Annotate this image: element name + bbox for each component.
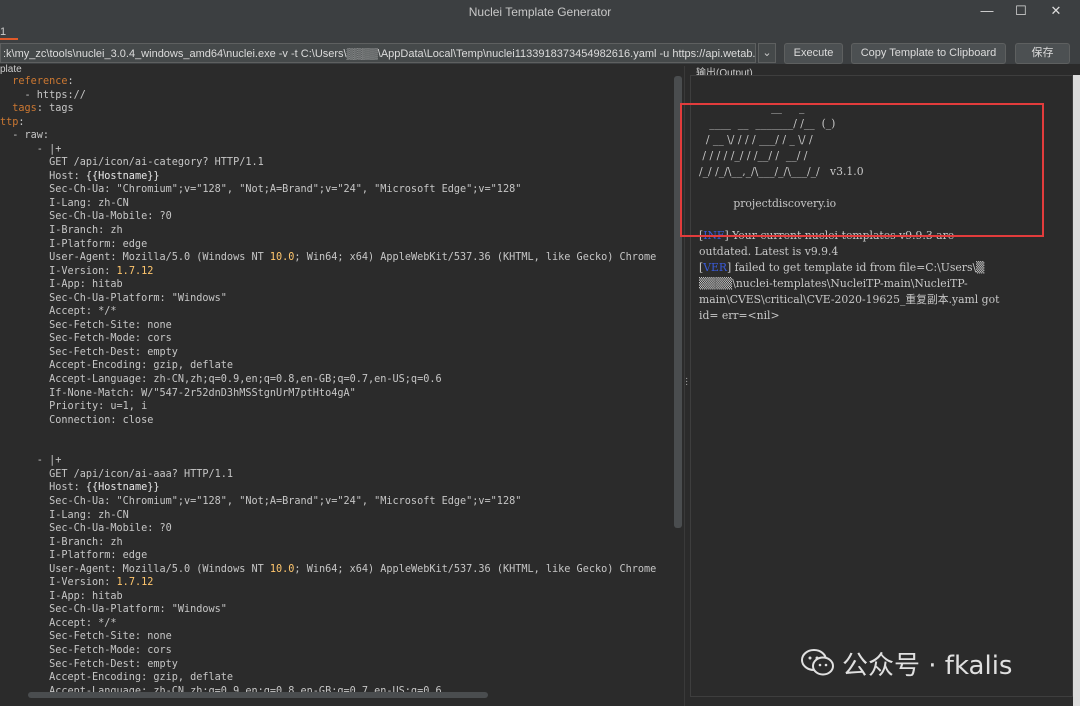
template-code[interactable]: reference: - https:// tags: tags ttp: - r… [0,75,656,698]
highlight-box [680,103,1044,237]
toolbar: 1 :k\my_zc\tools\nuclei_3.0.4_windows_am… [0,24,1080,64]
code-line: I-Version: 1.7.12 [0,577,154,589]
code-line: GET /api/icon/ai-aaa? HTTP/1.1 [0,468,234,480]
watermark-text: 公众号 · fkalis [842,651,1013,681]
code-line: Sec-Fetch-Dest: empty [0,658,178,670]
code-line: Sec-Ch-Ua-Mobile: ?0 [0,523,172,535]
code-line: Sec-Ch-Ua-Mobile: ?0 [0,211,172,223]
code-line: reference: [12,76,74,87]
code-line: I-Branch: zh [0,225,123,237]
log-inf-line-2: outdated. Latest is v9.9.4 [699,245,839,258]
code-line: - raw: [0,130,50,142]
code-line: ttp: [0,116,25,128]
log-ver-line-3: main\CVES\critical\CVE-2020-19625_重复副本.y… [699,293,1000,306]
minimize-button[interactable]: — [972,3,1002,21]
code-line: Sec-Fetch-Dest: empty [0,346,178,358]
log-tag-ver: VER [703,261,728,274]
code-line: Sec-Fetch-Mode: cors [0,644,172,656]
code-line: - |+ [0,143,62,155]
code-line: Sec-Fetch-Mode: cors [0,333,172,345]
background-window-edge [1073,75,1080,706]
editor-horizontal-scrollbar[interactable] [28,692,488,698]
code-line: Sec-Fetch-Site: none [0,631,172,643]
code-line: I-App: hitab [0,279,123,291]
code-line: I-Platform: edge [0,550,148,562]
code-line: I-Lang: zh-CN [0,509,129,521]
log-ver-line-2: ▒▒▒▒\nuclei-templates\NucleiTP-main\Nucl… [699,277,968,290]
template-editor[interactable]: reference: - https:// tags: tags ttp: - r… [0,75,684,706]
code-line: Accept-Language: zh-CN,zh;q=0.9,en;q=0.8… [0,374,442,386]
log-ver-line: failed to get template id from file=C:\U… [731,261,985,274]
code-line: If-None-Match: W/"547-2r52dnD3hMSStgnUrM… [0,387,356,399]
save-button[interactable]: 保存 [1015,43,1070,64]
code-line: Accept-Encoding: gzip, deflate [0,360,234,372]
code-line: User-Agent: Mozilla/5.0 (Windows NT 10.0… [0,563,657,575]
code-line: I-Version: 1.7.12 [0,265,154,277]
code-line: Priority: u=1, i [0,401,148,413]
code-line: Accept-Encoding: gzip, deflate [0,672,234,684]
tab-accent [0,38,18,40]
code-line: User-Agent: Mozilla/5.0 (Windows NT 10.0… [0,252,657,264]
copy-template-button[interactable]: Copy Template to Clipboard [851,43,1006,64]
template-panel-label: plate [0,64,22,75]
code-line: Sec-Ch-Ua-Platform: "Windows" [0,604,227,616]
code-line: - |+ [0,455,62,467]
wechat-icon [800,648,836,685]
code-line: GET /api/icon/ai-category? HTTP/1.1 [0,157,264,169]
watermark: 公众号 · fkalis [800,645,1012,685]
title-bar: Nuclei Template Generator — ☐ ✕ [0,0,1080,24]
code-line: Sec-Ch-Ua: "Chromium";v="128", "Not;A=Br… [0,495,522,507]
command-input[interactable]: :k\my_zc\tools\nuclei_3.0.4_windows_amd6… [0,43,756,63]
window-title: Nuclei Template Generator [468,5,612,19]
tab-1[interactable]: 1 [0,26,6,38]
code-line: I-Platform: edge [0,238,148,250]
close-button[interactable]: ✕ [1041,3,1071,21]
code-line: tags: tags [12,103,74,115]
code-line: I-App: hitab [0,590,123,602]
log-ver-line-4: id= err=<nil> [699,309,780,322]
code-line: I-Branch: zh [0,536,123,548]
code-line: Sec-Ch-Ua-Platform: "Windows" [0,292,227,304]
code-line: Connection: close [0,414,154,426]
code-line: - https:// [0,89,86,101]
execute-button[interactable]: Execute [784,43,843,64]
code-line: Accept: */* [0,617,117,629]
code-line: Sec-Ch-Ua: "Chromium";v="128", "Not;A=Br… [0,184,522,196]
maximize-button[interactable]: ☐ [1006,3,1036,21]
code-line: Accept: */* [0,306,117,318]
code-line: I-Lang: zh-CN [0,197,129,209]
code-line: Sec-Fetch-Site: none [0,319,172,331]
splitter-grip-icon[interactable]: · · · [685,374,688,390]
chevron-down-icon[interactable]: ⌄ [758,43,776,63]
code-line: Host: {{Hostname}} [0,170,160,182]
code-line: Host: {{Hostname}} [0,482,160,494]
